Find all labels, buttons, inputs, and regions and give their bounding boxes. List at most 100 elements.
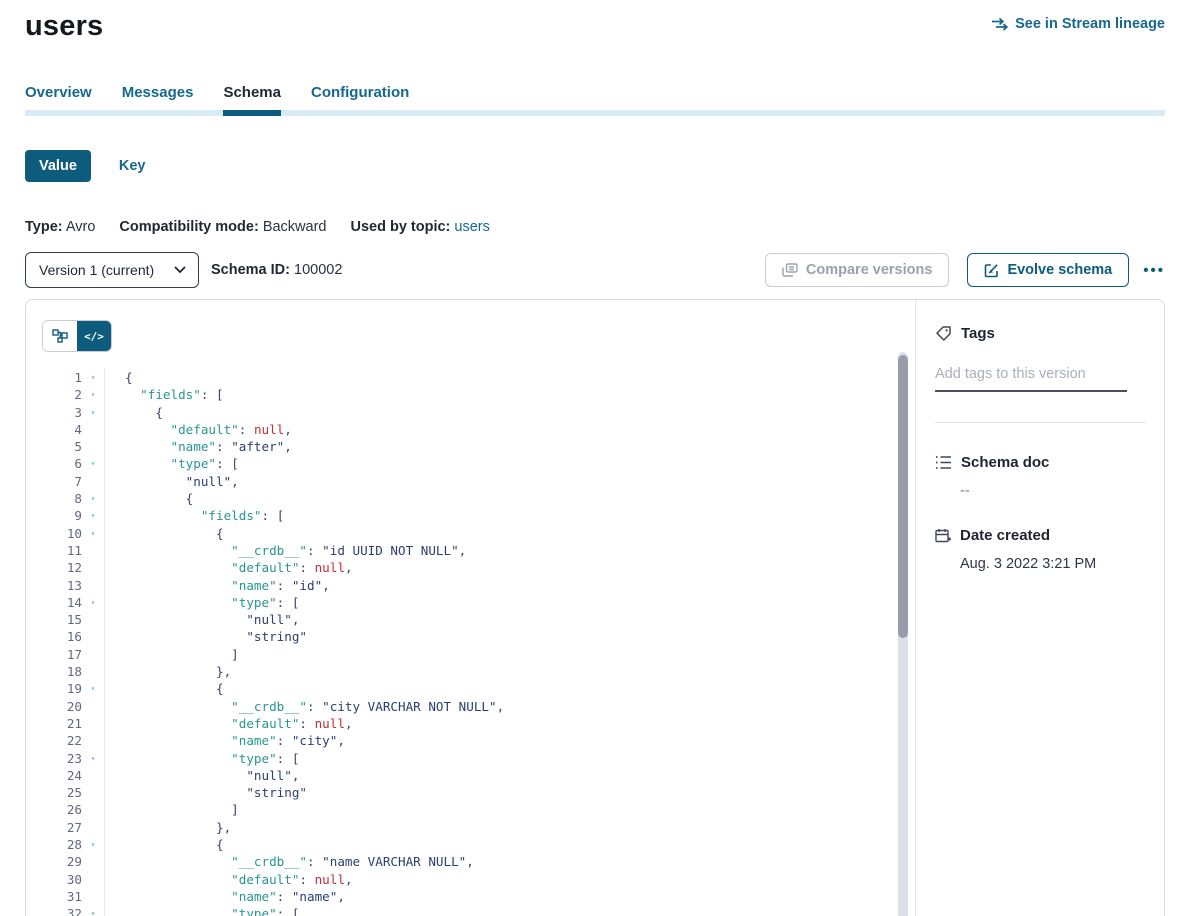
value-toggle-button[interactable]: Value	[25, 150, 91, 182]
line-number: 18	[42, 663, 82, 680]
add-tags-input[interactable]	[935, 364, 1127, 392]
code-text: {	[104, 369, 133, 386]
fold-toggle-icon[interactable]: ▾	[82, 525, 104, 542]
fold-toggle-icon[interactable]: ▾	[82, 507, 104, 524]
fold-spacer	[82, 853, 104, 870]
type-value: Avro	[66, 219, 96, 235]
tab-messages[interactable]: Messages	[122, 84, 194, 110]
fold-spacer	[82, 715, 104, 732]
evolve-schema-label: Evolve schema	[1007, 262, 1112, 278]
schema-doc-value: --	[960, 483, 1146, 499]
list-icon	[935, 455, 952, 470]
code-text: "default": null,	[104, 715, 353, 732]
fold-toggle-icon[interactable]: ▾	[82, 750, 104, 767]
code-line: 4 "default": null,	[42, 421, 915, 438]
code-line: 5 "name": "after",	[42, 438, 915, 455]
more-actions-menu[interactable]: •••	[1143, 262, 1165, 279]
tree-view-icon	[52, 329, 68, 343]
fold-toggle-icon[interactable]: ▾	[82, 369, 104, 386]
key-value-toggle: Value Key	[25, 150, 1165, 182]
code-text: {	[104, 404, 163, 421]
line-number: 25	[42, 784, 82, 801]
fold-toggle-icon[interactable]: ▾	[82, 386, 104, 403]
tab-configuration[interactable]: Configuration	[311, 84, 409, 110]
key-toggle-button[interactable]: Key	[115, 150, 150, 182]
version-select[interactable]: Version 1 (current)	[25, 252, 199, 288]
code-line: 19▾ {	[42, 680, 915, 697]
tags-section: Tags	[935, 325, 1146, 423]
line-number: 31	[42, 888, 82, 905]
code-text: "null",	[104, 473, 239, 490]
date-created-value: Aug. 3 2022 3:21 PM	[960, 556, 1146, 572]
fold-toggle-icon[interactable]: ▾	[82, 680, 104, 697]
line-number: 10	[42, 525, 82, 542]
code-text: "null",	[104, 611, 299, 628]
tab-overview[interactable]: Overview	[25, 84, 92, 110]
line-number: 7	[42, 473, 82, 490]
fold-spacer	[82, 698, 104, 715]
code-text: "name": "after",	[104, 438, 292, 455]
fold-spacer	[82, 767, 104, 784]
code-view-icon: </>	[84, 330, 104, 343]
schema-meta-row: Type: Avro Compatibility mode: Backward …	[25, 219, 1165, 235]
fold-spacer	[82, 819, 104, 836]
code-line: 29 "__crdb__": "name VARCHAR NULL",	[42, 853, 915, 870]
vertical-scrollbar[interactable]	[898, 352, 908, 916]
lineage-link-label: See in Stream lineage	[1015, 16, 1165, 32]
code-line: 16 "string"	[42, 628, 915, 645]
line-number: 29	[42, 853, 82, 870]
evolve-schema-button[interactable]: Evolve schema	[967, 253, 1129, 287]
code-text: {	[104, 680, 224, 697]
fold-toggle-icon[interactable]: ▾	[82, 836, 104, 853]
calendar-plus-icon	[935, 528, 951, 544]
code-line: 13 "name": "id",	[42, 577, 915, 594]
schema-id-value: 100002	[294, 262, 342, 278]
fold-toggle-icon[interactable]: ▾	[82, 455, 104, 472]
schema-sidebar: Tags Schema doc --	[915, 300, 1164, 916]
scrollbar-thumb[interactable]	[898, 355, 908, 638]
schema-code-editor[interactable]: 1▾{2▾ "fields": [3▾ {4 "default": null,5…	[42, 369, 915, 916]
fold-toggle-icon[interactable]: ▾	[82, 905, 104, 916]
code-text: "__crdb__": "id UUID NOT NULL",	[104, 542, 466, 559]
schema-id-label: Schema ID:	[211, 262, 290, 278]
code-line: 10▾ {	[42, 525, 915, 542]
tree-view-button[interactable]	[43, 321, 77, 351]
code-text: {	[104, 525, 224, 542]
fold-spacer	[82, 542, 104, 559]
code-line: 15 "null",	[42, 611, 915, 628]
tab-schema[interactable]: Schema	[223, 84, 281, 110]
code-text: "fields": [	[104, 507, 284, 524]
code-line: 31 "name": "name",	[42, 888, 915, 905]
fold-toggle-icon[interactable]: ▾	[82, 594, 104, 611]
compare-versions-button[interactable]: Compare versions	[765, 253, 950, 287]
code-text: "name": "city",	[104, 732, 345, 749]
code-line: 6▾ "type": [	[42, 455, 915, 472]
see-in-stream-lineage-link[interactable]: See in Stream lineage	[991, 16, 1165, 32]
schema-code-pane: </> 1▾{2▾ "fields": [3▾ {4 "default": nu…	[26, 300, 915, 916]
compatibility-mode: Compatibility mode: Backward	[119, 219, 326, 235]
topic-link[interactable]: users	[454, 219, 489, 235]
code-line: 26 ]	[42, 801, 915, 818]
code-line: 21 "default": null,	[42, 715, 915, 732]
fold-spacer	[82, 871, 104, 888]
line-number: 20	[42, 698, 82, 715]
fold-toggle-icon[interactable]: ▾	[82, 404, 104, 421]
fold-spacer	[82, 784, 104, 801]
code-text: "name": "name",	[104, 888, 345, 905]
code-text: "__crdb__": "city VARCHAR NOT NULL",	[104, 698, 504, 715]
compare-versions-label: Compare versions	[806, 262, 933, 278]
code-view-button[interactable]: </>	[77, 321, 111, 351]
fold-toggle-icon[interactable]: ▾	[82, 490, 104, 507]
fold-spacer	[82, 732, 104, 749]
code-text: "__crdb__": "name VARCHAR NULL",	[104, 853, 474, 870]
code-line: 3▾ {	[42, 404, 915, 421]
line-number: 22	[42, 732, 82, 749]
line-number: 9	[42, 507, 82, 524]
line-number: 2	[42, 386, 82, 403]
fold-spacer	[82, 421, 104, 438]
line-number: 32	[42, 905, 82, 916]
code-text: "fields": [	[104, 386, 224, 403]
code-line: 24 "null",	[42, 767, 915, 784]
code-line: 8▾ {	[42, 490, 915, 507]
schema-panel: </> 1▾{2▾ "fields": [3▾ {4 "default": nu…	[25, 299, 1165, 916]
